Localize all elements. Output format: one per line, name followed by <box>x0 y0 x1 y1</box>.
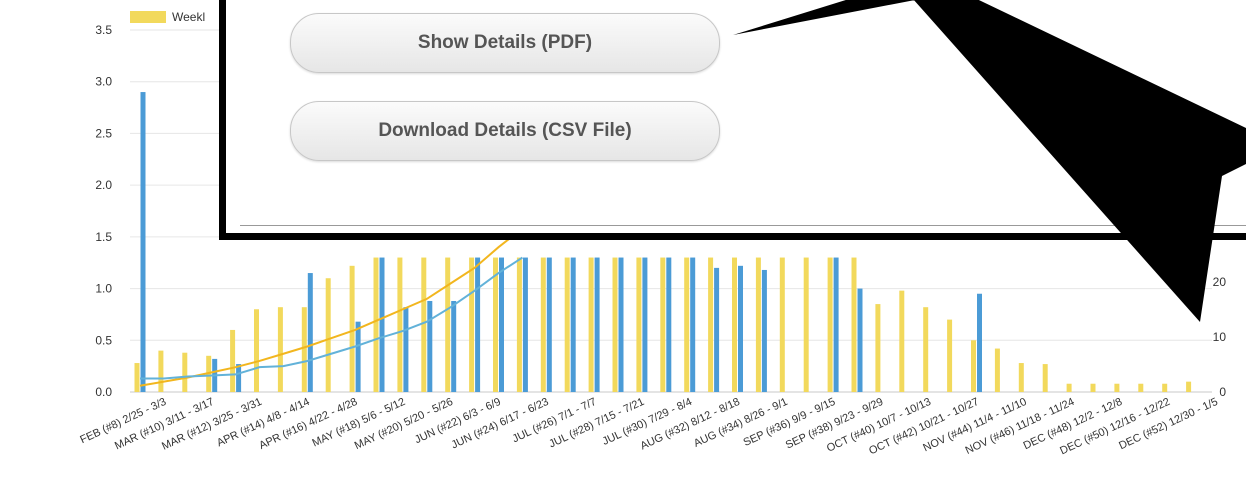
arrow-annotation <box>733 0 1246 322</box>
black-arrow-icon <box>733 0 1246 322</box>
